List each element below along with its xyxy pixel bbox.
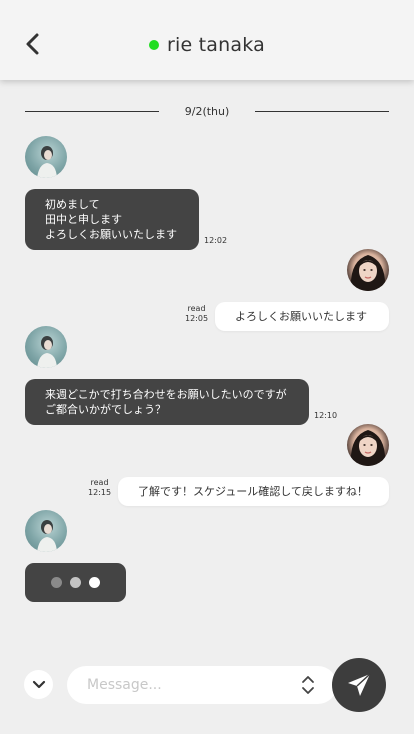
my-portrait-icon <box>350 430 386 466</box>
my-avatar[interactable] <box>347 249 389 291</box>
my-avatar[interactable] <box>347 424 389 466</box>
message-bubble-outgoing[interactable]: よろしくお願いいたします <box>215 302 389 331</box>
message-text-line: よろしくお願いいたします <box>235 310 367 323</box>
message-text-line: よろしくお願いいたします <box>45 228 177 241</box>
message-text-line: 初めまして <box>45 198 100 211</box>
message-meta: read 12:15 <box>88 478 111 498</box>
message-bubble-incoming[interactable]: 来週どこかで打ち合わせをお願いしたいのですが ご都合いかがでしょう？ <box>25 379 309 425</box>
message-bubble-outgoing[interactable]: 了解です！スケジュール確認して戻しますね！ <box>118 477 389 506</box>
partner-portrait-icon <box>37 336 57 368</box>
contact-title: rie tanaka <box>0 32 414 58</box>
divider-line-left <box>25 110 159 112</box>
contact-name: rie tanaka <box>167 34 265 56</box>
message-timestamp: 12:05 <box>185 314 209 323</box>
partner-avatar[interactable] <box>25 510 67 552</box>
read-receipt: read <box>90 478 109 487</box>
scroll-down-button[interactable] <box>24 670 53 699</box>
partner-portrait-icon <box>37 520 57 552</box>
send-button[interactable] <box>332 658 386 712</box>
date-label: 9/2(thu) <box>184 104 230 118</box>
typing-dot <box>70 577 81 588</box>
read-receipt: read <box>187 304 206 313</box>
typing-dot <box>51 577 62 588</box>
online-status-dot <box>149 40 160 50</box>
divider-line-right <box>255 110 390 112</box>
send-arrow-icon <box>348 673 371 696</box>
message-meta: read 12:05 <box>185 304 208 324</box>
partner-avatar[interactable] <box>25 326 67 368</box>
message-text-line: 来週どこかで打ち合わせをお願いしたいのですが <box>45 388 287 401</box>
up-down-chevron-icon <box>302 676 314 694</box>
typing-indicator <box>25 563 126 602</box>
date-divider: 9/2(thu) <box>25 101 390 121</box>
message-text-line: 田中と申します <box>45 213 122 226</box>
message-options-toggle[interactable] <box>299 674 317 696</box>
chat-header: rie tanaka <box>0 0 414 80</box>
chevron-down-icon <box>32 680 45 688</box>
message-timestamp: 12:10 <box>314 411 338 420</box>
typing-dot <box>89 577 100 588</box>
message-text-line: 了解です！スケジュール確認して戻しますね！ <box>138 485 368 498</box>
message-bubble-incoming[interactable]: 初めまして 田中と申します よろしくお願いいたします <box>25 189 199 250</box>
partner-avatar[interactable] <box>25 136 67 178</box>
message-timestamp: 12:02 <box>204 236 228 245</box>
message-text-line: ご都合いかがでしょう？ <box>45 403 166 416</box>
message-timestamp: 12:15 <box>88 488 112 497</box>
message-input[interactable] <box>67 666 337 704</box>
partner-portrait-icon <box>37 146 57 178</box>
my-portrait-icon <box>350 255 386 291</box>
